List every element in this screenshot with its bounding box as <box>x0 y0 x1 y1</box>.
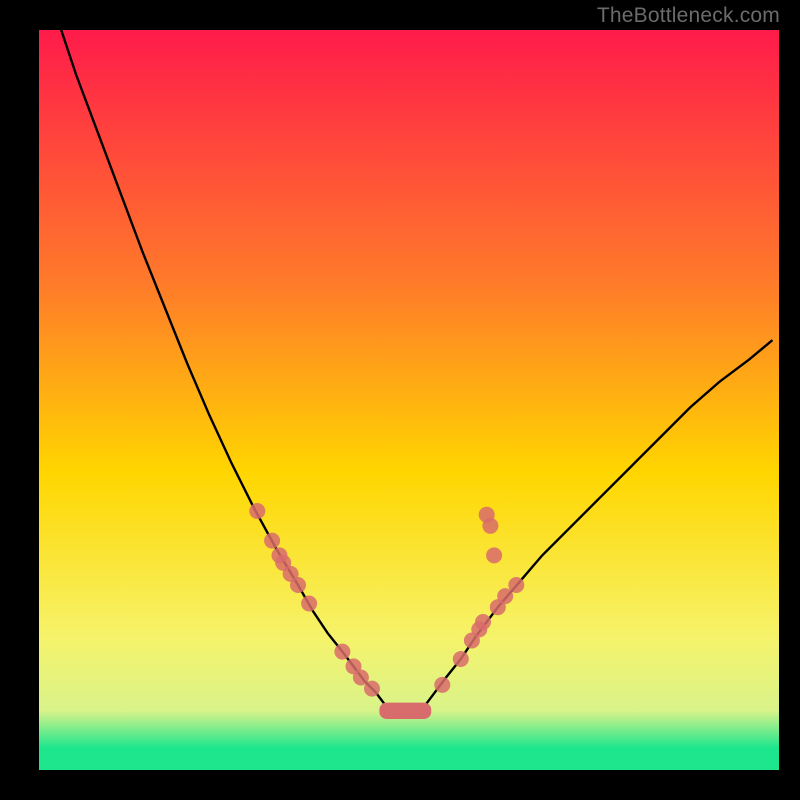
watermark-text: TheBottleneck.com <box>597 4 780 28</box>
chart-frame: TheBottleneck.com <box>0 0 800 800</box>
color-gradient-background <box>39 30 779 770</box>
plot-area <box>39 30 779 770</box>
